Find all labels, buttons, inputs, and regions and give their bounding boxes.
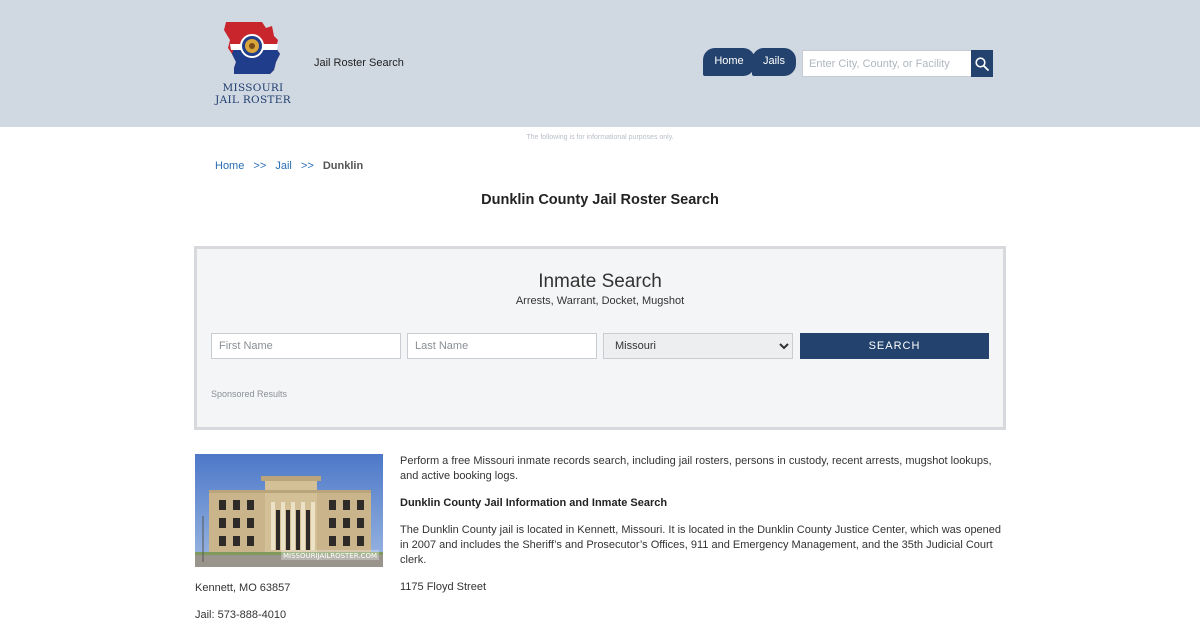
breadcrumb-separator: >> [253, 160, 267, 172]
magnifier-icon [975, 56, 989, 71]
logo-text: MISSOURI JAIL ROSTER [214, 82, 292, 106]
site-name[interactable]: Jail Roster Search [314, 57, 404, 69]
facility-search-input[interactable] [802, 50, 972, 77]
breadcrumb-jail[interactable]: Jail [275, 160, 292, 172]
disclaimer-text: The following is for informational purpo… [526, 134, 674, 141]
nav-jails-tab[interactable]: Jails [752, 48, 796, 76]
inmate-search-title: Inmate Search [538, 271, 662, 292]
street-address: 1175 Floyd Street [400, 581, 487, 593]
description-paragraph: The Dunklin County jail is located in Ke… [400, 524, 1002, 566]
nav-home-tab[interactable]: Home [703, 48, 755, 76]
site-header: MISSOURI JAIL ROSTER Jail Roster Search … [0, 0, 1200, 127]
jail-phone: Jail: 573-888-4010 [195, 609, 287, 621]
inmate-search-button[interactable]: SEARCH [800, 333, 989, 359]
logo-line-1: MISSOURI [222, 82, 284, 94]
breadcrumb-home[interactable]: Home [215, 160, 244, 172]
inmate-search-subtitle: Arrests, Warrant, Docket, Mugshot [515, 295, 685, 307]
content-heading: Dunklin County Jail Information and Inma… [400, 497, 668, 509]
logo-line-2: JAIL ROSTER [215, 94, 291, 106]
first-name-input[interactable] [211, 333, 401, 359]
facility-search-button[interactable] [971, 50, 993, 77]
last-name-input[interactable] [407, 333, 597, 359]
state-select[interactable]: Missouri [603, 333, 793, 359]
breadcrumb-separator: >> [300, 160, 314, 172]
sponsored-results-label: Sponsored Results [211, 389, 288, 399]
county-content: Perform a free Missouri inmate records s… [400, 454, 1006, 607]
inmate-search-panel: Inmate Search Arrests, Warrant, Docket, … [194, 246, 1006, 430]
intro-paragraph: Perform a free Missouri inmate records s… [400, 455, 992, 482]
breadcrumb: Home >> Jail >> Dunklin [215, 160, 363, 172]
city-address: Kennett, MO 63857 [195, 582, 291, 594]
page-title: Dunklin County Jail Roster Search [481, 192, 719, 208]
breadcrumb-current: Dunklin [322, 160, 364, 172]
jail-building-photo: MISSOURIJAILROSTER.COM [195, 454, 383, 567]
photo-watermark: MISSOURIJAILROSTER.COM [283, 552, 377, 560]
